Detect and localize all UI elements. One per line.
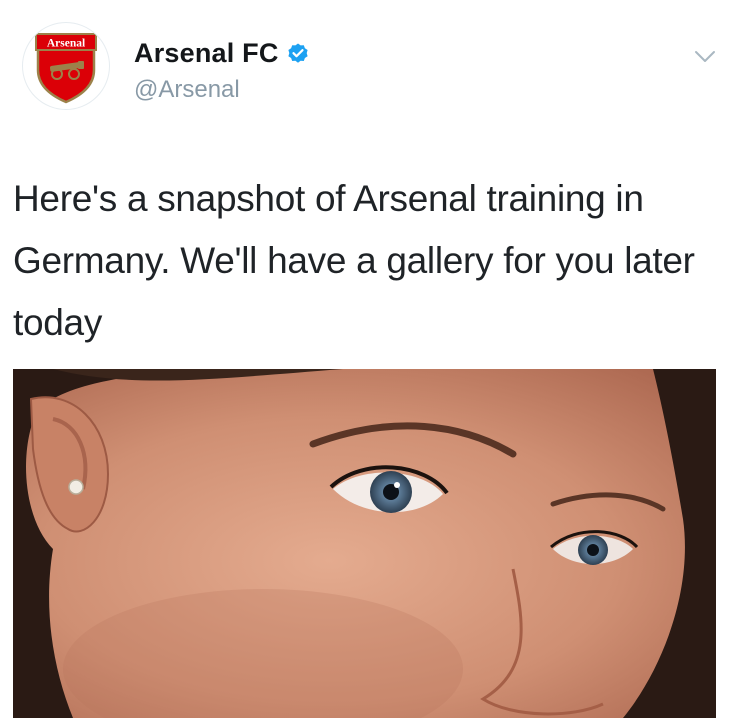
tweet-photo[interactable] — [13, 369, 716, 718]
author-handle[interactable]: @Arsenal — [134, 76, 240, 104]
avatar[interactable]: Arsenal — [22, 22, 110, 110]
author-display-name[interactable]: Arsenal FC — [134, 38, 279, 69]
tweet-card: Arsenal Arsenal FC @Arsenal Here's a sna… — [0, 0, 736, 718]
crest-logo-text: Arsenal — [47, 38, 85, 50]
verified-badge-icon — [286, 42, 310, 66]
arsenal-crest-icon: Arsenal — [35, 33, 97, 104]
photo-illustration — [13, 369, 716, 718]
tweet-text: Here's a snapshot of Arsenal training in… — [13, 178, 695, 343]
chevron-down-icon — [695, 51, 715, 62]
author-name-row[interactable]: Arsenal FC — [134, 38, 310, 69]
tweet-menu-button[interactable] — [690, 42, 720, 72]
